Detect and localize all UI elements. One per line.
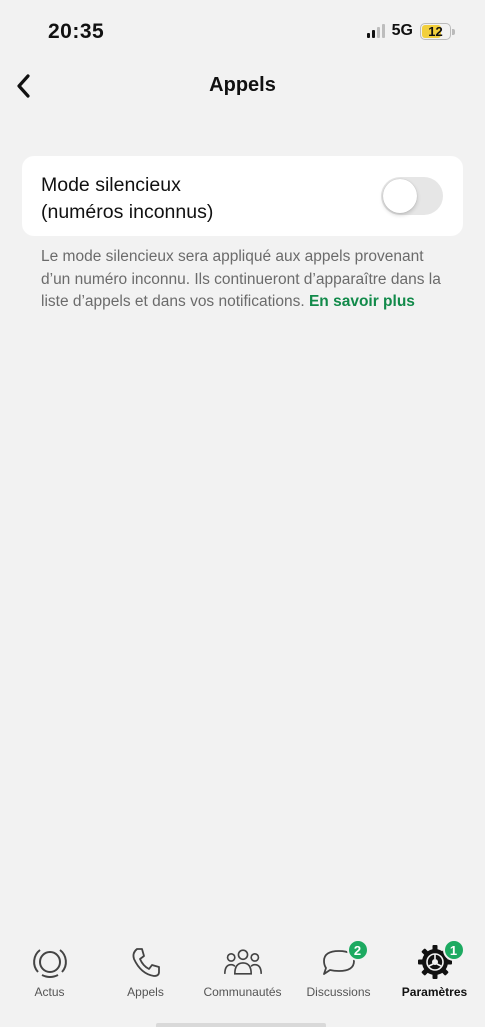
status-bar: 20:35 5G 12: [0, 0, 485, 64]
phone-icon: [126, 943, 166, 981]
setting-label: Mode silencieux (numéros inconnus): [41, 172, 341, 226]
tab-discussions[interactable]: 2 Discussions: [290, 939, 387, 1013]
setting-label-line2: (numéros inconnus): [41, 201, 214, 223]
toggle-knob: [383, 179, 417, 213]
tab-label: Paramètres: [401, 985, 468, 999]
silence-unknown-callers-row: Mode silencieux (numéros inconnus): [22, 156, 463, 236]
battery-icon: 12: [420, 22, 455, 40]
setting-description: Le mode silencieux sera appliqué aux app…: [41, 246, 451, 314]
tab-appels[interactable]: Appels: [97, 943, 194, 1013]
battery-level: 12: [428, 23, 443, 39]
tab-label: Appels: [127, 985, 164, 999]
communities-icon: [223, 943, 263, 981]
home-indicator: [156, 1023, 326, 1027]
settings-badge: 1: [442, 939, 465, 961]
signal-icon: [366, 24, 385, 38]
tab-label: Communautés: [203, 985, 282, 999]
tab-label: Actus: [34, 985, 65, 999]
tab-communautes[interactable]: Communautés: [194, 943, 291, 1013]
learn-more-link[interactable]: En savoir plus: [309, 293, 415, 310]
status-time: 20:35: [48, 20, 105, 43]
tab-parametres[interactable]: 1 Paramètres: [386, 939, 483, 1013]
discussions-unread-badge: 2: [346, 939, 369, 961]
tab-label: Discussions: [306, 985, 371, 999]
settings-icon: 1: [415, 939, 465, 981]
tab-actus[interactable]: Actus: [1, 943, 98, 1013]
nav-bar: Appels: [0, 64, 485, 108]
updates-icon: [30, 943, 70, 981]
page-title: Appels: [209, 74, 276, 96]
chat-icon: 2: [319, 939, 369, 981]
network-type: 5G: [391, 22, 413, 39]
silence-unknown-callers-toggle[interactable]: [381, 177, 443, 215]
setting-label-line1: Mode silencieux: [41, 174, 181, 196]
tab-bar: Actus Appels Communautés 2 Discussions 1…: [0, 935, 485, 1027]
status-indicators: 5G 12: [366, 22, 455, 40]
